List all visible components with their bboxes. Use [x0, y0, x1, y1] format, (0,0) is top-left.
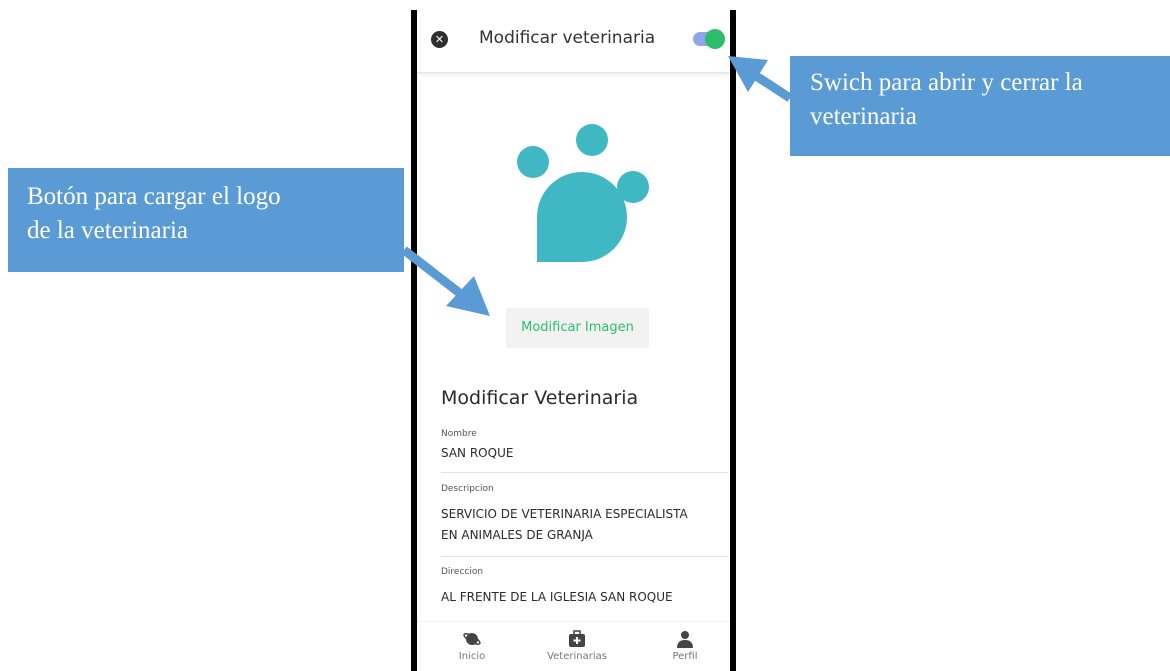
arrow-to-switch: [728, 56, 793, 102]
arrow-to-image-button: [401, 246, 490, 316]
callout-arrows: [401, 56, 793, 316]
